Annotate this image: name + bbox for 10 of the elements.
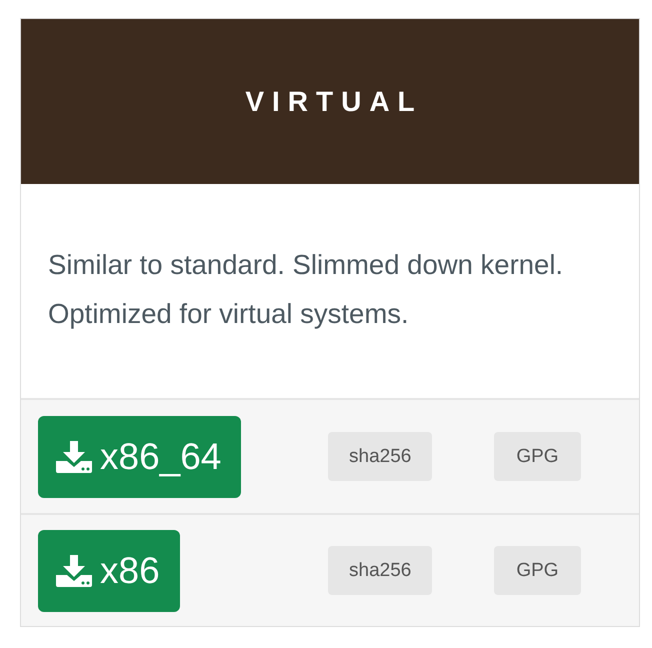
card-title: VIRTUAL	[245, 86, 423, 118]
signature-button[interactable]: GPG	[494, 432, 581, 481]
description: Similar to standard. Slimmed down kernel. Optimized for virtual systems.	[48, 248, 564, 331]
download-icon	[56, 554, 92, 586]
download-button[interactable]: x86	[38, 530, 180, 612]
download-icon	[56, 440, 92, 472]
download-button[interactable]: x86_64	[38, 416, 242, 498]
checksum-button[interactable]: sha256	[328, 432, 432, 481]
signature-button[interactable]: GPG	[494, 546, 581, 595]
checksum-button[interactable]: sha256	[328, 546, 432, 595]
